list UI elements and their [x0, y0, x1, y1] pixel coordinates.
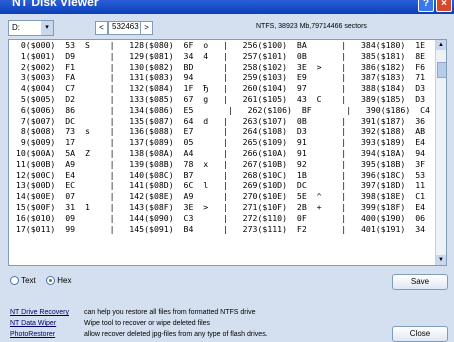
- hex-mode-label: Hex: [57, 276, 72, 285]
- hex-radio[interactable]: [45, 276, 55, 286]
- hex-row: 6($006) 86 | 134($086) E5 | 262($106) BF…: [11, 104, 436, 115]
- title-bar: NT Disk Viewer ? ×: [0, 0, 454, 14]
- sector-input[interactable]: 532463: [108, 21, 141, 35]
- scroll-down-icon[interactable]: ▼: [436, 255, 446, 265]
- hex-row: 1($001) D9 | 129($081) 34 4 | 257($101) …: [11, 50, 436, 61]
- product-link[interactable]: PhotoRestorer: [10, 329, 84, 340]
- link-row: NT Data Wiper Wipe tool to recover or wip…: [10, 318, 268, 329]
- hex-row: 15($00F) 31 1 | 143($08F) 3E > | 271($10…: [11, 201, 436, 212]
- prev-sector-button[interactable]: <: [95, 21, 108, 35]
- chevron-down-icon[interactable]: ▾: [41, 21, 53, 35]
- hex-row: 17($011) 99 | 145($091) B4 | 273($111) F…: [11, 223, 436, 234]
- hex-row: 2($002) F1 | 130($082) BD | 258($102) 3E…: [11, 61, 436, 72]
- view-mode-group: Text Hex: [10, 276, 79, 286]
- hex-view-panel: 0($000) 53 S | 128($080) 6F o | 256($100…: [8, 39, 447, 266]
- hex-row: 11($00B) A9 | 139($08B) 78 x | 267($10B)…: [11, 158, 436, 169]
- link-row: PhotoRestorer allow recover deleted jpg-f…: [10, 329, 268, 340]
- hex-row: 7($007) DC | 135($087) 64 d | 263($107) …: [11, 115, 436, 126]
- toolbar: D: ▾ < 532463 > NTFS, 38923 Mb,79714466 …: [0, 14, 454, 40]
- text-radio[interactable]: [10, 276, 19, 286]
- next-sector-button[interactable]: >: [140, 21, 153, 35]
- vertical-scrollbar[interactable]: ▲ ▼: [435, 40, 446, 265]
- close-button[interactable]: Close: [392, 326, 448, 342]
- product-description: allow recover deleted jpg-files from any…: [84, 331, 268, 338]
- drive-value: D:: [12, 23, 20, 32]
- hex-row: 14($00E) 07 | 142($08E) A9 | 270($10E) 5…: [11, 191, 436, 202]
- save-button[interactable]: Save: [392, 274, 448, 290]
- hex-row: 16($010) 09 | 144($090) C3 | 272($110) 0…: [11, 212, 436, 223]
- hex-row: 8($008) 73 s | 136($088) E7 | 264($108) …: [11, 126, 436, 137]
- product-description: Wipe tool to recover or wipe deleted fil…: [84, 320, 211, 327]
- product-links: NT Drive Recovery can help you restore al…: [10, 307, 268, 340]
- text-mode-option[interactable]: Text: [10, 276, 38, 286]
- scroll-thumb[interactable]: [437, 62, 446, 78]
- product-link[interactable]: NT Drive Recovery: [10, 307, 84, 318]
- hex-row: 12($00C) E4 | 140($08C) B7 | 268($10C) 1…: [11, 169, 436, 180]
- hex-row: 0($000) 53 S | 128($080) 6F o | 256($100…: [11, 40, 436, 50]
- hex-row: 13($00D) EC | 141($08D) 6C l | 269($10D)…: [11, 180, 436, 191]
- window-title: NT Disk Viewer: [12, 0, 99, 9]
- hex-dump[interactable]: 0($000) 53 S | 128($080) 6F o | 256($100…: [9, 40, 436, 265]
- text-mode-label: Text: [21, 276, 36, 285]
- hex-row: 3($003) FA | 131($083) 94 | 259($103) E9…: [11, 72, 436, 83]
- product-link[interactable]: NT Data Wiper: [10, 318, 84, 329]
- link-row: NT Drive Recovery can help you restore al…: [10, 307, 268, 318]
- hex-row: 5($005) D2 | 133($085) 67 g | 261($105) …: [11, 93, 436, 104]
- drive-select[interactable]: D: ▾: [8, 20, 54, 36]
- product-description: can help you restore all files from form…: [84, 309, 256, 316]
- filesystem-info: NTFS, 38923 Mb,79714466 sectors: [256, 23, 367, 30]
- close-window-button[interactable]: ×: [436, 0, 452, 12]
- hex-row: 4($004) C7 | 132($084) 1F Ђ | 260($104) …: [11, 83, 436, 94]
- hex-row: 10($00A) 5A Z | 138($08A) A4 | 266($10A)…: [11, 147, 436, 158]
- scroll-up-icon[interactable]: ▲: [436, 40, 446, 50]
- hex-row: 9($009) 17 | 137($089) 05 | 265($109) 91…: [11, 137, 436, 148]
- help-button[interactable]: ?: [418, 0, 434, 12]
- hex-mode-option[interactable]: Hex: [45, 276, 72, 286]
